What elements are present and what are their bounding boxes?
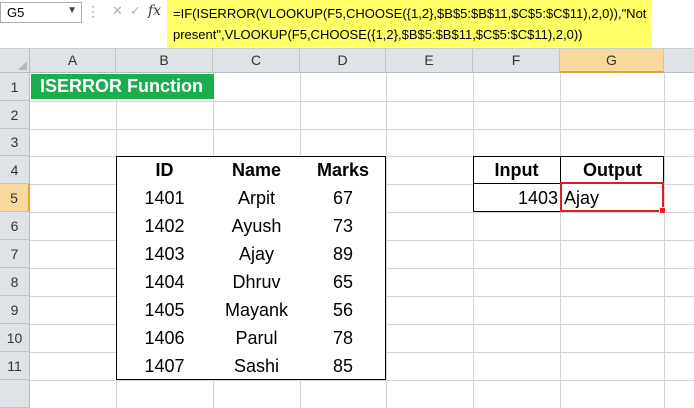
formula-input[interactable]: =IF(ISERROR(VLOOKUP(F5,CHOOSE({1,2},$B$5… <box>167 0 651 47</box>
table-cell-name[interactable]: Parul <box>213 324 300 352</box>
table-cell-id[interactable]: 1404 <box>116 268 213 296</box>
row-header-6[interactable]: 6 <box>0 212 30 240</box>
column-header-e[interactable]: E <box>386 49 473 73</box>
enter-icon[interactable]: ✓ <box>130 3 141 19</box>
name-box[interactable]: G5 ▼ <box>0 2 82 23</box>
table-cell-name[interactable]: Mayank <box>213 296 300 324</box>
column-header-f[interactable]: F <box>473 49 560 73</box>
table-cell-marks[interactable]: 65 <box>300 268 386 296</box>
row-header-5[interactable]: 5 <box>0 184 30 212</box>
resize-handle-icon[interactable]: ⋮ <box>86 3 102 20</box>
row-header-9[interactable]: 9 <box>0 296 30 324</box>
table-cell-id[interactable]: 1407 <box>116 352 213 380</box>
column-header-g[interactable]: G <box>560 49 664 73</box>
table-cell-marks[interactable]: 73 <box>300 212 386 240</box>
row-header-12[interactable] <box>0 380 30 408</box>
name-box-value: G5 <box>7 5 25 20</box>
table-header-marks[interactable]: Marks <box>300 157 386 184</box>
table-header-name[interactable]: Name <box>213 157 300 184</box>
row-header-10[interactable]: 10 <box>0 324 30 352</box>
row-header-8[interactable]: 8 <box>0 268 30 296</box>
formula-bar-spacer <box>651 0 694 47</box>
gridline <box>30 380 694 381</box>
table-cell-name[interactable]: Sashi <box>213 352 300 380</box>
title-cell[interactable]: ISERROR Function <box>31 74 214 99</box>
output-header[interactable]: Output <box>561 157 664 183</box>
row-header-2[interactable]: 2 <box>0 101 30 129</box>
column-header-a[interactable]: A <box>30 49 116 73</box>
row-header-4[interactable]: 4 <box>0 156 30 184</box>
table-cell-id[interactable]: 1406 <box>116 324 213 352</box>
row-header-3[interactable]: 3 <box>0 129 30 156</box>
table-cell-marks[interactable]: 85 <box>300 352 386 380</box>
table-cell-id[interactable]: 1403 <box>116 240 213 268</box>
table-header-id[interactable]: ID <box>116 157 213 184</box>
select-all-button[interactable] <box>0 49 30 73</box>
table-cell-marks[interactable]: 56 <box>300 296 386 324</box>
insert-function-icon[interactable]: fx <box>148 3 161 19</box>
formula-line-1: =IF(ISERROR(VLOOKUP(F5,CHOOSE({1,2},$B$5… <box>173 6 647 21</box>
column-header-b[interactable]: B <box>116 49 213 73</box>
table-cell-marks[interactable]: 78 <box>300 324 386 352</box>
table-cell-id[interactable]: 1401 <box>116 184 213 212</box>
input-header[interactable]: Input <box>473 157 560 183</box>
active-cell-selection[interactable] <box>560 182 666 214</box>
table-cell-marks[interactable]: 89 <box>300 240 386 268</box>
table-cell-name[interactable]: Ayush <box>213 212 300 240</box>
table-cell-id[interactable]: 1402 <box>116 212 213 240</box>
table-cell-name[interactable]: Ajay <box>213 240 300 268</box>
table-cell-name[interactable]: Arpit <box>213 184 300 212</box>
input-value-cell[interactable]: 1403 <box>473 184 558 212</box>
chevron-down-icon[interactable]: ▼ <box>67 5 77 16</box>
table-cell-id[interactable]: 1405 <box>116 296 213 324</box>
formula-bar-area: G5 ▼ ⋮ ✕ ✓ fx =IF(ISERROR(VLOOKUP(F5,CHO… <box>0 0 694 49</box>
row-header-1[interactable]: 1 <box>0 73 30 101</box>
row-header-11[interactable]: 11 <box>0 352 30 380</box>
column-header-d[interactable]: D <box>300 49 386 73</box>
row-header-7[interactable]: 7 <box>0 240 30 268</box>
table-cell-name[interactable]: Dhruv <box>213 268 300 296</box>
gridline <box>30 129 694 130</box>
table-cell-marks[interactable]: 67 <box>300 184 386 212</box>
column-header-c[interactable]: C <box>213 49 300 73</box>
formula-line-2: present",VLOOKUP(F5,CHOOSE({1,2},$B$5:$B… <box>173 27 583 42</box>
column-header-h[interactable] <box>664 49 694 73</box>
gridline <box>30 101 694 102</box>
cancel-icon[interactable]: ✕ <box>112 3 123 19</box>
